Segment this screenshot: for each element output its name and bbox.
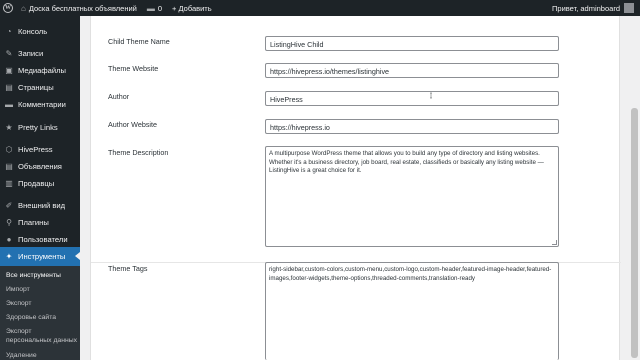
sidebar-item-label: HivePress: [18, 144, 53, 154]
greeting: Привет, adminboard: [552, 3, 620, 13]
sidebar-item-label: Инструменты: [18, 252, 66, 261]
submenu-export-personal-data[interactable]: Экспорт персональных данных: [6, 327, 78, 345]
paintbrush-icon: ✐: [5, 200, 13, 210]
sidebar-item-label: Внешний вид: [18, 200, 66, 210]
submenu-erase[interactable]: Удаление: [6, 351, 37, 360]
sidebar-item-comments[interactable]: ▬ Комментарии: [0, 95, 80, 113]
plugin-icon: ⚲: [6, 217, 12, 227]
sidebar-item-media[interactable]: ▣ Медиафайлы: [0, 61, 80, 79]
listing-icon: ▤: [5, 161, 13, 171]
sidebar-item-label: Консоль: [18, 26, 48, 36]
sidebar-item-label: Медиафайлы: [18, 65, 66, 75]
child-theme-form: Child Theme Name ListingHive Child Theme…: [90, 16, 621, 360]
add-new-link[interactable]: + Добавить: [167, 0, 217, 16]
author-field[interactable]: HivePress: [265, 91, 559, 106]
wordpress-logo-icon: W: [3, 3, 13, 13]
theme-description-text: A multipurpose WordPress theme that allo…: [269, 150, 544, 175]
comment-icon: ▬: [5, 99, 13, 109]
site-name: Доска бесплатных объявлений: [28, 3, 137, 13]
theme-tags-textarea[interactable]: right-sidebar,custom-colors,custom-menu,…: [265, 262, 559, 360]
comment-bubble-icon: ▬: [146, 3, 155, 13]
sidebar-item-label: Записи: [18, 48, 44, 58]
sidebar-item-vendors[interactable]: ▥ Продавцы: [0, 174, 80, 192]
submenu-import[interactable]: Импорт: [6, 285, 30, 294]
submenu-all-tools[interactable]: Все инструменты: [6, 271, 61, 280]
sidebar-item-label: Пользователи: [18, 234, 68, 244]
sidebar-item-pages[interactable]: ▤ Страницы: [0, 78, 80, 96]
tools-icon: ✦: [5, 252, 13, 261]
comments-count: 0: [157, 3, 163, 13]
sidebar-item-tools[interactable]: ✦ Инструменты: [0, 247, 80, 266]
theme-description-textarea[interactable]: A multipurpose WordPress theme that allo…: [265, 146, 559, 247]
star-icon: ★: [5, 122, 13, 132]
sidebar-item-dashboard[interactable]: ◔ Консоль: [0, 22, 80, 40]
author-website-field[interactable]: https://hivepress.io: [265, 119, 559, 134]
author-website-label: Author Website: [108, 120, 158, 129]
sidebar-item-label: Объявления: [18, 161, 62, 171]
sidebar-item-users[interactable]: ● Пользователи: [0, 230, 80, 248]
tools-submenu: Все инструменты Импорт Экспорт Здоровье …: [0, 266, 80, 360]
child-theme-name-label: Child Theme Name: [108, 37, 170, 46]
sidebar-item-pretty-links[interactable]: ★ Pretty Links: [0, 118, 80, 136]
author-label: Author: [108, 92, 130, 101]
child-theme-name-field[interactable]: ListingHive Child: [265, 36, 559, 51]
avatar: [624, 3, 634, 13]
sidebar-item-label: Продавцы: [18, 178, 55, 188]
page-icon: ▤: [5, 82, 13, 92]
scrollbar-thumb[interactable]: [631, 108, 638, 358]
admin-sidebar: ◔ Консоль ✎ Записи ▣ Медиафайлы ▤ Страни…: [0, 16, 80, 360]
sidebar-item-listings[interactable]: ▤ Объявления: [0, 157, 80, 175]
sidebar-item-label: Комментарии: [18, 99, 66, 109]
pin-icon: ✎: [5, 48, 13, 58]
media-icon: ▣: [5, 65, 13, 75]
dashboard-icon: ◔: [6, 26, 12, 36]
theme-description-label: Theme Description: [108, 148, 169, 157]
theme-tags-text: right-sidebar,custom-colors,custom-menu,…: [269, 266, 552, 282]
comments-link[interactable]: ▬ 0: [142, 0, 167, 16]
home-icon: ⌂: [21, 3, 26, 13]
wordpress-logo-button[interactable]: W: [0, 0, 16, 16]
hivepress-icon: ⬡: [5, 144, 13, 154]
add-new-label: + Добавить: [172, 3, 212, 13]
vendor-icon: ▥: [5, 178, 13, 188]
resize-handle-icon[interactable]: [552, 240, 557, 245]
sidebar-item-label: Pretty Links: [18, 122, 58, 132]
site-name-link[interactable]: ⌂ Доска бесплатных объявлений: [16, 0, 142, 16]
sidebar-item-posts[interactable]: ✎ Записи: [0, 44, 80, 62]
users-icon: ●: [6, 234, 12, 244]
theme-tags-label: Theme Tags: [108, 264, 148, 273]
sidebar-item-label: Страницы: [18, 82, 54, 92]
page-scrollbar[interactable]: [629, 16, 640, 360]
submenu-export[interactable]: Экспорт: [6, 299, 32, 308]
sidebar-item-plugins[interactable]: ⚲ Плагины: [0, 213, 80, 231]
admin-bar: W ⌂ Доска бесплатных объявлений ▬ 0 + До…: [0, 0, 640, 16]
theme-website-field[interactable]: https://hivepress.io/themes/listinghive: [265, 63, 559, 78]
submenu-site-health[interactable]: Здоровье сайта: [6, 313, 56, 322]
sidebar-item-appearance[interactable]: ✐ Внешний вид: [0, 196, 80, 214]
theme-website-label: Theme Website: [108, 64, 159, 73]
sidebar-item-label: Плагины: [18, 217, 49, 227]
account-menu[interactable]: Привет, adminboard: [547, 0, 640, 16]
text-cursor-icon: [430, 92, 432, 99]
sidebar-item-hivepress[interactable]: ⬡ HivePress: [0, 140, 80, 158]
